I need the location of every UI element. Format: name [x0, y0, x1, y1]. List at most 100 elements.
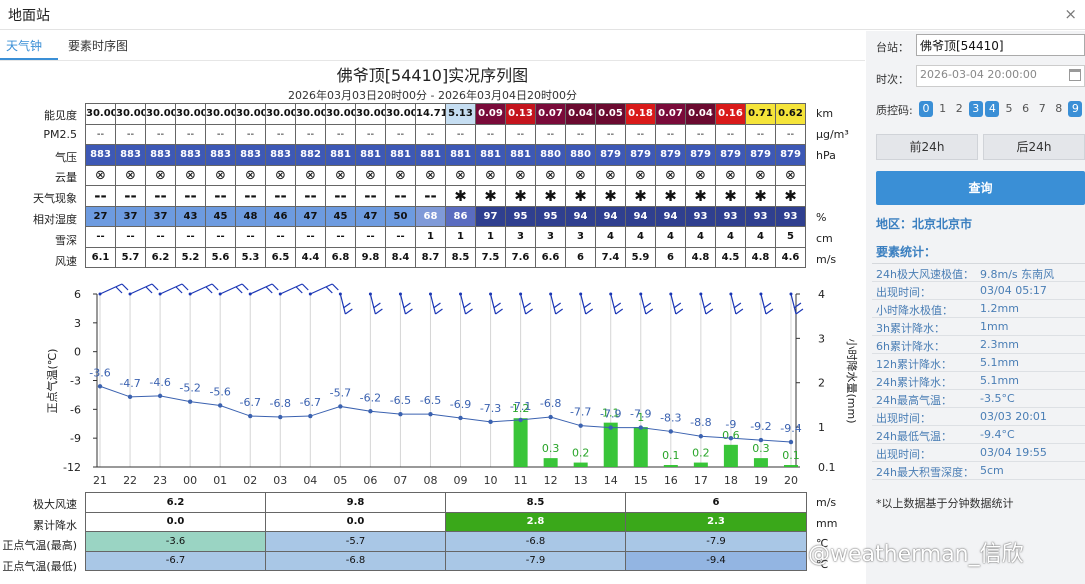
wind-barb-shaft	[429, 293, 437, 315]
temperature-point	[368, 409, 373, 414]
summary-cell: -7.9	[445, 550, 626, 571]
region-text: 地区：北京北京市	[876, 217, 973, 231]
stat-key: 出现时间：	[876, 448, 931, 461]
temperature-point	[428, 411, 433, 417]
qc-label: 质控码:	[876, 104, 913, 117]
summary-cell: -6.7	[85, 550, 266, 571]
summary-unit: m/s	[816, 496, 837, 509]
temperature-point	[458, 415, 463, 421]
next-24h-button[interactable]: 后24h	[983, 134, 1085, 160]
time-input[interactable]: 2026-03-04 20:00:00	[916, 65, 1085, 87]
temperature-label: -6.2	[360, 391, 381, 404]
right-axis-title: 小时降水量(mm)	[845, 338, 859, 423]
qc-code-toggle[interactable]: 6	[1019, 101, 1033, 117]
stat-key: 6h累计降水：	[876, 340, 945, 353]
query-button[interactable]: 查询	[876, 171, 1085, 205]
wind-barb-flag	[181, 283, 189, 291]
temperature-label: -4.6	[149, 376, 170, 389]
calendar-icon[interactable]	[1069, 69, 1081, 81]
stat-row: 24h极大风速极值： 9.8m/s 东南风	[872, 264, 1085, 282]
precip-label: 0.3	[542, 442, 560, 455]
wind-barb-shaft	[700, 293, 707, 315]
summary-row: -6.7 -6.8 -7.9 -9.4	[85, 550, 807, 571]
temperature-point	[488, 419, 493, 425]
precip-label: 0.1	[782, 449, 800, 462]
temperature-label: -5.7	[330, 386, 351, 399]
summary-cell: -6.8	[445, 531, 626, 552]
right-tick-label: 0.1	[818, 461, 836, 474]
precip-label: 0.2	[572, 447, 590, 460]
stats-note: *以上数据基于分钟数据统计	[876, 497, 1014, 510]
stat-value: 5.1mm	[980, 356, 1019, 369]
wind-barb-flag	[115, 286, 123, 294]
left-tick-label: -9	[70, 432, 81, 445]
x-tick-label: 22	[123, 474, 138, 487]
temperature-label: -3.6	[89, 366, 110, 379]
summary-table: 6.2 9.8 8.5 6 0.0 0.0 2.8 2.3 -3.6 -5.7 -6.8 -7.9 -6…	[85, 492, 807, 571]
station-input[interactable]: 佛爷顶[54410]	[916, 34, 1085, 56]
stat-key: 24h最低气温：	[876, 430, 952, 443]
x-tick-label: 05	[333, 474, 348, 487]
temperature-line	[99, 385, 792, 443]
qc-code-toggle[interactable]: 8	[1052, 101, 1066, 117]
wind-barb-flag	[555, 308, 563, 315]
wind-barb-shaft	[459, 293, 467, 315]
precip-bar	[543, 458, 558, 467]
wind-barb-shaft	[730, 293, 737, 315]
temperature-label: -7.9	[600, 408, 621, 421]
precip-bar	[723, 444, 738, 467]
x-tick-label: 11	[513, 474, 528, 487]
temperature-label: -7.7	[570, 406, 591, 419]
right-tick-label: 2	[818, 377, 825, 390]
summary-cell: 0.0	[265, 511, 446, 532]
qc-code-toggle[interactable]: 1	[936, 101, 950, 117]
prev-24h-button[interactable]: 前24h	[876, 134, 978, 160]
temperature-label: -7.3	[480, 402, 501, 415]
temperature-point	[668, 429, 674, 434]
stat-value: 5.1mm	[980, 374, 1019, 387]
wind-barb-flag	[765, 308, 774, 315]
qc-code-toggle[interactable]: 2	[952, 101, 966, 117]
stat-value: 03/04 05:17	[980, 284, 1047, 297]
temperature-label: -6.9	[450, 398, 471, 411]
temperature-label: -6.7	[239, 396, 260, 409]
qc-code-toggle[interactable]: 7	[1035, 101, 1049, 117]
wind-barb-shaft	[399, 293, 407, 315]
x-tick-label: 17	[693, 474, 708, 487]
temperature-point	[248, 413, 253, 419]
qc-code-toggle[interactable]: 5	[1002, 101, 1016, 117]
wind-barb-flag	[211, 283, 219, 291]
wind-barb-flag	[331, 283, 339, 291]
summary-row: 0.0 0.0 2.8 2.3	[85, 511, 807, 532]
left-tick-label: 6	[74, 288, 81, 301]
wind-barb-flag	[235, 286, 243, 294]
qc-code-toggle[interactable]: 3	[968, 101, 983, 117]
temperature-label: -5.2	[179, 382, 200, 395]
side-panel: 台站： 佛爷顶[54410] 时次： 2026-03-04 20:00:00 质…	[866, 31, 1085, 584]
wind-barb-flag	[343, 302, 351, 309]
wind-barb-shaft	[369, 293, 376, 315]
wind-barb-flag	[733, 302, 742, 309]
qc-code-toggle[interactable]: 9	[1068, 101, 1083, 117]
precip-label: 0.3	[752, 442, 770, 455]
qc-code-toggle[interactable]: 4	[985, 101, 1000, 117]
wind-barb-flag	[585, 308, 594, 315]
close-icon[interactable]: ×	[1064, 5, 1077, 23]
wind-barb-flag	[463, 302, 471, 309]
wind-barb-shaft	[760, 293, 767, 315]
wind-barb-shaft	[520, 293, 527, 315]
temperature-point	[187, 399, 193, 404]
stat-row: 3h累计降水： 1mm	[872, 318, 1085, 336]
stat-row: 24h累计降水： 5.1mm	[872, 372, 1085, 390]
left-tick-label: 3	[74, 317, 81, 330]
wind-barb-flag	[495, 308, 503, 315]
wind-barb-flag	[405, 308, 413, 315]
wind-barb-flag	[703, 302, 712, 309]
qc-code-toggle[interactable]: 0	[919, 101, 933, 117]
stat-value: 2.3mm	[980, 338, 1019, 351]
precip-bar	[573, 462, 588, 467]
right-tick-label: 4	[818, 288, 825, 301]
stat-key: 小时降水极值：	[876, 304, 953, 317]
temperature-point	[97, 384, 103, 389]
stat-row: 12h累计降水： 5.1mm	[872, 354, 1085, 372]
